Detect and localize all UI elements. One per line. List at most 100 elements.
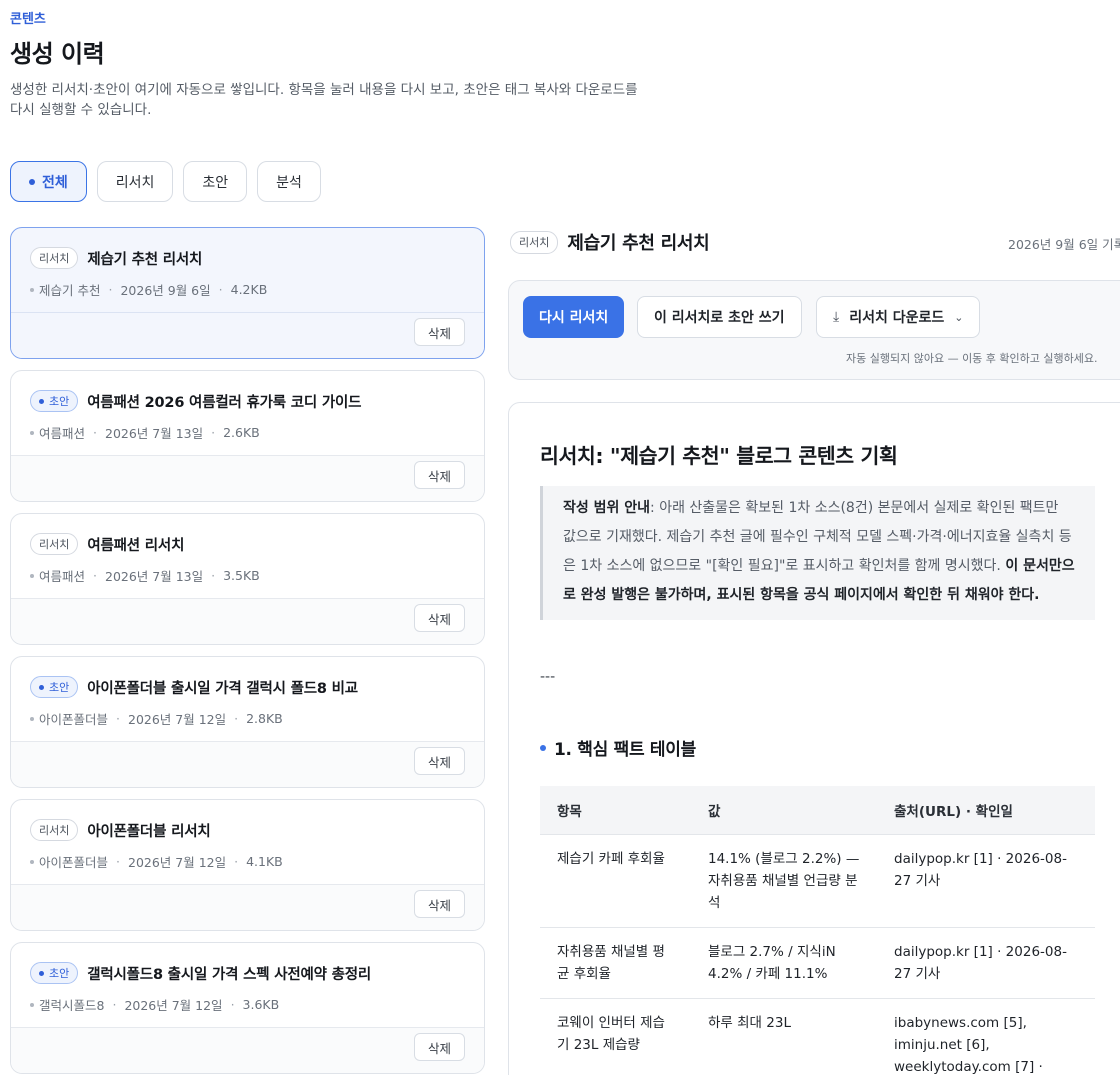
filter-tab-analysis[interactable]: 분석 [257, 161, 321, 202]
card-size: 2.8KB [246, 711, 283, 726]
scope-note: 작성 범위 안내: 아래 산출물은 확보된 1차 소스(8건) 본문에서 실제로… [540, 486, 1095, 620]
card-date: 2026년 7월 13일 [105, 426, 204, 441]
history-card[interactable]: 리서치 제습기 추천 리서치 제습기 추천 · 2026년 9월 6일 · 4.2K… [10, 227, 485, 359]
card-meta: 갤럭시폴드8 · 2026년 7월 12일 · 3.6KB [30, 995, 279, 1014]
table-cell: 자취용품 채널별 평균 후회율 [540, 927, 691, 999]
filter-tab-all[interactable]: 전체 [10, 161, 87, 202]
card-title: 제습기 추천 리서치 [87, 251, 203, 268]
filter-tab-research[interactable]: 리서치 [96, 161, 174, 202]
card-size: 4.2KB [230, 282, 268, 297]
filter-label: 초안 [202, 174, 229, 191]
history-card[interactable]: 초안 아이폰폴더블 출시일 가격 갤럭시 폴드8 비교 아이폰폴더블 · 2026… [10, 656, 485, 788]
page-description: 생성한 리서치·초안이 여기에 자동으로 쌓입니다. 항목을 눌러 내용을 다시… [10, 82, 638, 118]
history-card[interactable]: 초안 여름패션 2026 여름컬러 휴가룩 코디 가이드 여름패션 · 2026년… [10, 370, 485, 502]
card-title: 아이폰폴더블 리서치 [87, 823, 211, 840]
keyword-dot-icon [30, 716, 34, 721]
card-meta: 아이폰폴더블 · 2026년 7월 12일 · 2.8KB [30, 709, 283, 728]
section-title: 1. 핵심 팩트 테이블 [554, 740, 696, 760]
filter-label: 분석 [276, 174, 302, 191]
table-cell: 제습기 카페 후회율 [540, 834, 691, 928]
type-badge: 초안 [30, 390, 79, 412]
table-cell: 하루 최대 23L [691, 998, 877, 1075]
type-badge: 초안 [30, 962, 79, 984]
table-row: 코웨이 인버터 제습기 23L 제습량 하루 최대 23L ibabynews.… [540, 998, 1095, 1075]
card-title: 여름패션 리서치 [87, 537, 185, 554]
delete-button[interactable]: 삭제 [413, 604, 465, 632]
fact-table: 항목 값 출처(URL) · 확인일 제습기 카페 후회율 14.1% (블로그… [540, 786, 1095, 1075]
detail-header: 리서치 제습기 추천 리서치 [510, 229, 710, 255]
table-cell: 14.1% (블로그 2.2%) — 자취용품 채널별 언급량 분석 [691, 834, 877, 928]
filter-label: 전체 [42, 174, 68, 191]
doc-title: 리서치: "제습기 추천" 블로그 콘텐츠 기획 [540, 444, 898, 468]
divider: --- [540, 669, 556, 685]
detail-title: 제습기 추천 리서치 [567, 233, 710, 254]
filter-label: 리서치 [115, 174, 155, 191]
badge-dot-icon [39, 398, 44, 404]
action-panel: 다시 리서치 이 리서치로 초안 쓰기 ⤓ 리서치 다운로드 ⌄ 자동 실행되지… [508, 280, 1120, 380]
card-title: 여름패션 2026 여름컬러 휴가룩 코디 가이드 [87, 394, 362, 411]
filter-tab-draft[interactable]: 초안 [183, 161, 248, 202]
column-header: 항목 [540, 786, 691, 835]
download-label: 리서치 다운로드 [849, 310, 945, 326]
note-lead: 작성 범위 안내 [563, 500, 651, 516]
write-draft-button[interactable]: 이 리서치로 초안 쓰기 [637, 296, 802, 338]
type-badge: 리서치 [30, 819, 79, 841]
type-badge: 초안 [30, 676, 79, 698]
card-keyword: 아이폰폴더블 [39, 855, 109, 870]
breadcrumb[interactable]: 콘텐츠 [10, 8, 46, 27]
delete-button[interactable]: 삭제 [413, 461, 465, 489]
table-cell: dailypop.kr [1] · 2026-08-27 기사 [877, 834, 1095, 928]
card-date: 2026년 7월 12일 [128, 712, 227, 727]
history-card[interactable]: 리서치 아이폰폴더블 리서치 아이폰폴더블 · 2026년 7월 12일 · 4.1… [10, 799, 485, 931]
badge-dot-icon [39, 684, 44, 690]
page-title: 생성 이력 [10, 40, 105, 68]
keyword-dot-icon [30, 287, 34, 292]
action-hint: 자동 실행되지 않아요 — 이동 후 확인하고 실행하세요. [846, 352, 1098, 365]
card-date: 2026년 7월 12일 [128, 855, 227, 870]
card-meta: 아이폰폴더블 · 2026년 7월 12일 · 4.1KB [30, 852, 283, 871]
card-keyword: 제습기 추천 [39, 283, 101, 298]
detail-date: 2026년 9월 6일 기록 [1008, 237, 1120, 252]
table-row: 제습기 카페 후회율 14.1% (블로그 2.2%) — 자취용품 채널별 언… [540, 834, 1095, 928]
card-date: 2026년 9월 6일 [120, 283, 211, 298]
chevron-down-icon: ⌄ [954, 310, 964, 324]
type-badge: 리서치 [30, 247, 79, 269]
download-dropdown-button[interactable]: ⤓ 리서치 다운로드 ⌄ [816, 296, 981, 338]
card-keyword: 여름패션 [39, 569, 86, 584]
history-card[interactable]: 초안 갤럭시폴드8 출시일 가격 스펙 사전예약 총정리 갤럭시폴드8 · 202… [10, 942, 485, 1074]
delete-button[interactable]: 삭제 [413, 890, 465, 918]
table-cell: dailypop.kr [1] · 2026-08-27 기사 [877, 927, 1095, 999]
column-header: 출처(URL) · 확인일 [877, 786, 1095, 835]
badge-dot-icon [39, 970, 44, 976]
table-cell: 블로그 2.7% / 지식iN 4.2% / 카페 11.1% [691, 927, 877, 999]
keyword-dot-icon [30, 859, 34, 864]
card-keyword: 갤럭시폴드8 [39, 998, 105, 1013]
table-row: 자취용품 채널별 평균 후회율 블로그 2.7% / 지식iN 4.2% / 카… [540, 927, 1095, 999]
filter-tabs: 전체 리서치 초안 분석 [10, 161, 321, 202]
type-badge: 리서치 [30, 533, 79, 555]
bullet-dot-icon [540, 744, 546, 751]
active-dot-icon [29, 178, 35, 185]
keyword-dot-icon [30, 573, 34, 578]
delete-button[interactable]: 삭제 [413, 1033, 465, 1061]
card-date: 2026년 7월 13일 [105, 569, 204, 584]
card-size: 2.6KB [223, 425, 260, 440]
card-title: 갤럭시폴드8 출시일 가격 스펙 사전예약 총정리 [87, 966, 372, 983]
card-title: 아이폰폴더블 출시일 가격 갤럭시 폴드8 비교 [87, 680, 358, 697]
table-cell: ibabynews.com [5], iminju.net [6], weekl… [877, 998, 1095, 1075]
table-cell: 코웨이 인버터 제습기 23L 제습량 [540, 998, 691, 1075]
card-date: 2026년 7월 12일 [124, 998, 223, 1013]
rerun-research-button[interactable]: 다시 리서치 [523, 296, 625, 338]
card-meta: 여름패션 · 2026년 7월 13일 · 2.6KB [30, 423, 260, 442]
document-viewer[interactable]: 리서치: "제습기 추천" 블로그 콘텐츠 기획 작성 범위 안내: 아래 산출… [508, 402, 1120, 1075]
column-header: 값 [691, 786, 877, 835]
delete-button[interactable]: 삭제 [413, 318, 465, 346]
download-icon: ⤓ [833, 309, 840, 325]
keyword-dot-icon [30, 430, 34, 435]
card-size: 4.1KB [246, 854, 283, 869]
delete-button[interactable]: 삭제 [413, 747, 465, 775]
card-meta: 여름패션 · 2026년 7월 13일 · 3.5KB [30, 566, 260, 585]
card-keyword: 아이폰폴더블 [39, 712, 109, 727]
section-heading: 1. 핵심 팩트 테이블 [540, 735, 696, 760]
history-card[interactable]: 리서치 여름패션 리서치 여름패션 · 2026년 7월 13일 · 3.5KB 삭… [10, 513, 485, 645]
